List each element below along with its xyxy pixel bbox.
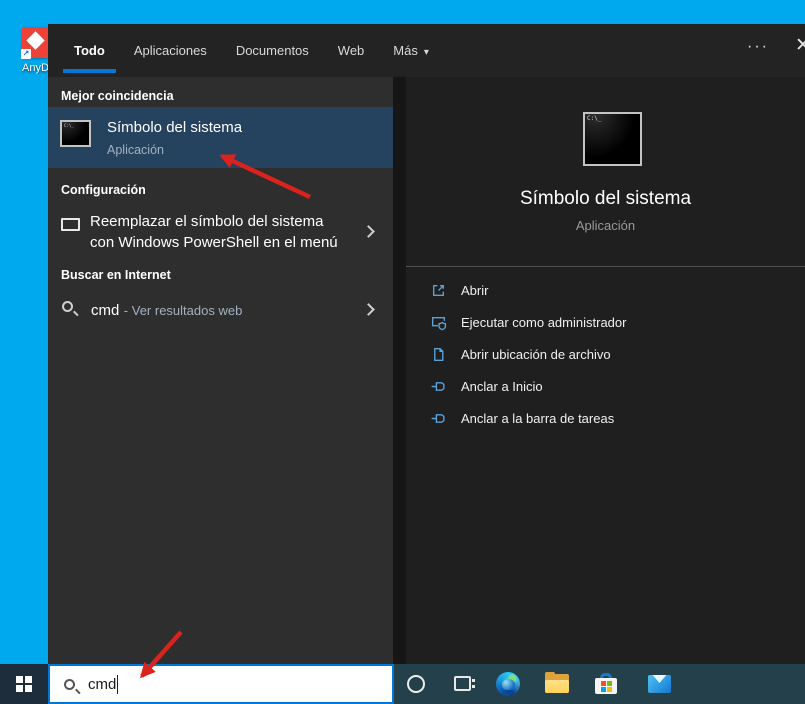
shortcut-label: AnyD bbox=[22, 62, 49, 74]
search-icon bbox=[62, 301, 73, 312]
anydesk-diamond bbox=[26, 31, 45, 50]
pin-icon bbox=[431, 381, 445, 391]
pin-icon bbox=[431, 413, 445, 423]
taskbar-icons bbox=[394, 664, 805, 704]
windows-desktop: ↗ AnyD Todo Aplicaciones Documentos Web … bbox=[0, 0, 805, 704]
cmd-app-icon-large: C:\_ bbox=[583, 112, 642, 166]
tab-web[interactable]: Web bbox=[338, 43, 365, 58]
task-view-icon[interactable] bbox=[454, 676, 475, 691]
cmd-app-icon: C:\_ bbox=[60, 120, 91, 147]
action-open-file-location[interactable]: Abrir ubicación de archivo bbox=[430, 342, 611, 366]
detail-column: C:\_ Símbolo del sistema Aplicación Abri… bbox=[406, 77, 805, 664]
detail-app-title: Símbolo del sistema bbox=[519, 188, 692, 209]
panel-divider bbox=[393, 77, 406, 664]
taskbar: cmd bbox=[0, 664, 805, 704]
cortana-icon[interactable] bbox=[407, 675, 425, 693]
admin-shield-icon bbox=[431, 316, 447, 330]
search-tabbar: Todo Aplicaciones Documentos Web Más ▾ ··… bbox=[48, 24, 805, 77]
more-options-icon[interactable]: ··· bbox=[745, 38, 771, 56]
search-input-value: cmd bbox=[88, 675, 117, 693]
chevron-right-icon bbox=[362, 303, 375, 316]
search-icon bbox=[64, 678, 75, 690]
web-item-text: cmd - Ver resultados web bbox=[91, 302, 243, 319]
edge-browser-icon[interactable] bbox=[496, 672, 520, 696]
start-button[interactable] bbox=[0, 664, 48, 704]
text-cursor bbox=[117, 674, 119, 694]
section-header-web: Buscar en Internet bbox=[61, 268, 171, 282]
open-icon bbox=[433, 284, 444, 296]
detail-app-subtitle: Aplicación bbox=[575, 218, 636, 233]
result-subtitle: Aplicación bbox=[107, 143, 164, 157]
mail-icon[interactable] bbox=[648, 675, 671, 693]
anydesk-icon: ↗ bbox=[21, 27, 49, 59]
file-location-icon bbox=[434, 347, 444, 361]
action-pin-to-taskbar[interactable]: Anclar a la barra de tareas bbox=[430, 406, 614, 430]
search-flyout: Todo Aplicaciones Documentos Web Más ▾ ··… bbox=[48, 24, 805, 664]
tab-todo[interactable]: Todo bbox=[74, 43, 105, 58]
taskbar-search-input[interactable]: cmd bbox=[48, 664, 394, 704]
action-pin-to-start[interactable]: Anclar a Inicio bbox=[430, 374, 543, 398]
section-header-settings: Configuración bbox=[61, 183, 146, 197]
result-title: Símbolo del sistema bbox=[107, 119, 243, 136]
windows-logo-icon bbox=[16, 676, 32, 692]
result-web-cmd[interactable]: cmd - Ver resultados web bbox=[48, 291, 393, 331]
settings-item-text: Reemplazar el símbolo del sistema con Wi… bbox=[90, 213, 338, 251]
chevron-down-icon: ▾ bbox=[423, 47, 429, 58]
action-run-as-admin[interactable]: Ejecutar como administrador bbox=[430, 310, 626, 334]
detail-separator bbox=[406, 266, 805, 267]
tab-aplicaciones[interactable]: Aplicaciones bbox=[134, 43, 207, 58]
tab-documentos[interactable]: Documentos bbox=[236, 43, 309, 58]
microsoft-store-icon[interactable] bbox=[595, 673, 617, 694]
action-open[interactable]: Abrir bbox=[430, 278, 488, 302]
tab-mas[interactable]: Más ▾ bbox=[393, 43, 429, 58]
results-column: Mejor coincidencia C:\_ Símbolo del sist… bbox=[48, 77, 393, 664]
result-best-match-cmd[interactable]: C:\_ Símbolo del sistema Aplicación bbox=[48, 107, 393, 168]
close-icon[interactable]: ✕ bbox=[788, 34, 805, 57]
chevron-right-icon bbox=[362, 225, 375, 238]
file-explorer-icon[interactable] bbox=[545, 672, 569, 693]
console-window-icon bbox=[61, 218, 80, 231]
shortcut-arrow-icon: ↗ bbox=[21, 49, 31, 59]
section-header-best-match: Mejor coincidencia bbox=[61, 89, 174, 103]
active-tab-underline bbox=[63, 69, 116, 73]
result-settings-powershell[interactable]: Reemplazar el símbolo del sistema con Wi… bbox=[48, 203, 393, 261]
